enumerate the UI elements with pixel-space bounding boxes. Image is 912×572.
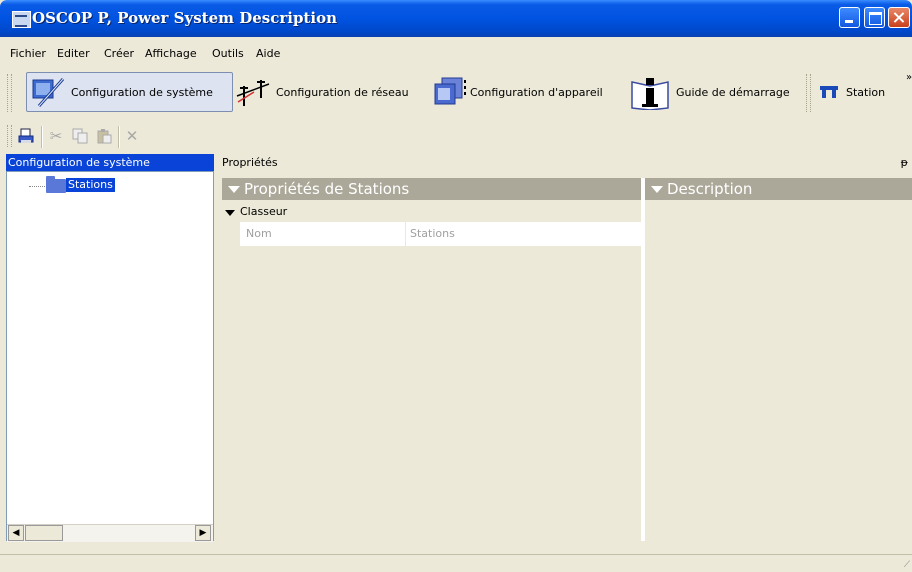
edit-toolbar: ✂ ✕ bbox=[6, 122, 206, 150]
collapse-triangle-icon bbox=[651, 186, 663, 193]
property-divider bbox=[405, 222, 406, 246]
tree-header: Configuration de système bbox=[6, 154, 214, 171]
properties-group-title: Propriétés de Stations bbox=[244, 180, 410, 198]
minimize-button[interactable] bbox=[839, 7, 860, 28]
property-value[interactable]: Stations bbox=[410, 222, 455, 246]
print-icon[interactable] bbox=[18, 128, 34, 144]
toolbar-separator bbox=[806, 74, 811, 112]
station-icon bbox=[818, 84, 840, 100]
copy-icon[interactable] bbox=[72, 128, 88, 144]
resize-grip-icon[interactable]: ⟋ bbox=[904, 560, 910, 570]
properties-group-header[interactable]: Propriétés de Stations bbox=[222, 178, 641, 200]
app-icon bbox=[12, 11, 31, 28]
edit-toolbar-grip[interactable] bbox=[7, 125, 12, 147]
system-config-icon bbox=[31, 76, 67, 108]
window-title: OSCOP P, Power System Description bbox=[32, 9, 337, 27]
menu-fichier[interactable]: Fichier bbox=[10, 47, 46, 60]
main-toolbar: Configuration de système Configuration d… bbox=[6, 68, 912, 120]
tree-panel: Stations bbox=[6, 171, 214, 541]
network-config-label: Configuration de réseau bbox=[276, 85, 409, 99]
pin-icon[interactable]: ᵽ bbox=[901, 154, 908, 171]
startup-guide-button[interactable]: Guide de démarrage bbox=[628, 72, 798, 112]
toolbar-grip[interactable] bbox=[7, 74, 12, 112]
tree-item-stations[interactable]: Stations bbox=[66, 178, 115, 192]
station-button[interactable]: Station bbox=[818, 72, 898, 112]
property-key: Nom bbox=[246, 227, 272, 240]
menu-affichage[interactable]: Affichage bbox=[145, 47, 197, 60]
network-config-button[interactable]: Configuration de réseau bbox=[234, 72, 414, 112]
collapse-triangle-icon bbox=[228, 186, 240, 193]
menu-creer[interactable]: Créer bbox=[104, 47, 134, 60]
title-bar: OSCOP P, Power System Description bbox=[0, 0, 912, 37]
description-title: Description bbox=[667, 180, 753, 198]
info-icon bbox=[628, 76, 672, 111]
menu-outils[interactable]: Outils bbox=[212, 47, 244, 60]
system-config-button[interactable]: Configuration de système bbox=[26, 72, 233, 112]
pane-splitter[interactable] bbox=[641, 178, 645, 541]
description-header[interactable]: Description bbox=[645, 178, 912, 200]
toolbar-divider bbox=[118, 126, 120, 148]
menu-bar: Fichier Editer Créer Affichage Outils Ai… bbox=[0, 37, 912, 67]
folder-icon bbox=[46, 176, 66, 193]
property-row[interactable]: Nom Stations bbox=[240, 222, 641, 246]
section-label: Classeur bbox=[240, 205, 288, 218]
toolbar-divider bbox=[41, 126, 43, 148]
system-config-label: Configuration de système bbox=[71, 85, 213, 99]
properties-title: Propriétés bbox=[222, 156, 278, 169]
cut-icon[interactable]: ✂ bbox=[48, 128, 64, 144]
scroll-right-arrow-icon[interactable]: ▶ bbox=[195, 525, 211, 541]
tree-horizontal-scrollbar[interactable]: ◀ ▶ bbox=[7, 524, 213, 542]
device-config-button[interactable]: Configuration d'appareil bbox=[430, 72, 620, 112]
paste-icon[interactable] bbox=[96, 128, 112, 144]
close-button[interactable] bbox=[888, 7, 910, 28]
menu-editer[interactable]: Editer bbox=[57, 47, 90, 60]
scroll-left-arrow-icon[interactable]: ◀ bbox=[8, 525, 24, 541]
section-classeur[interactable]: Classeur bbox=[222, 202, 641, 222]
status-bar: ⟋ bbox=[0, 554, 912, 572]
scroll-thumb[interactable] bbox=[25, 525, 63, 541]
collapse-triangle-icon bbox=[225, 210, 235, 216]
delete-icon[interactable]: ✕ bbox=[124, 128, 140, 144]
network-config-icon bbox=[234, 76, 272, 108]
properties-header: Propriétés ᵽ bbox=[222, 154, 912, 171]
startup-guide-label: Guide de démarrage bbox=[676, 85, 790, 99]
tree-connector bbox=[29, 186, 45, 187]
device-config-label: Configuration d'appareil bbox=[470, 85, 603, 99]
maximize-button[interactable] bbox=[864, 7, 885, 28]
toolbar-overflow-chevron[interactable]: » bbox=[906, 72, 912, 83]
station-label: Station bbox=[846, 85, 886, 99]
device-config-icon bbox=[430, 76, 466, 108]
menu-aide[interactable]: Aide bbox=[256, 47, 280, 60]
